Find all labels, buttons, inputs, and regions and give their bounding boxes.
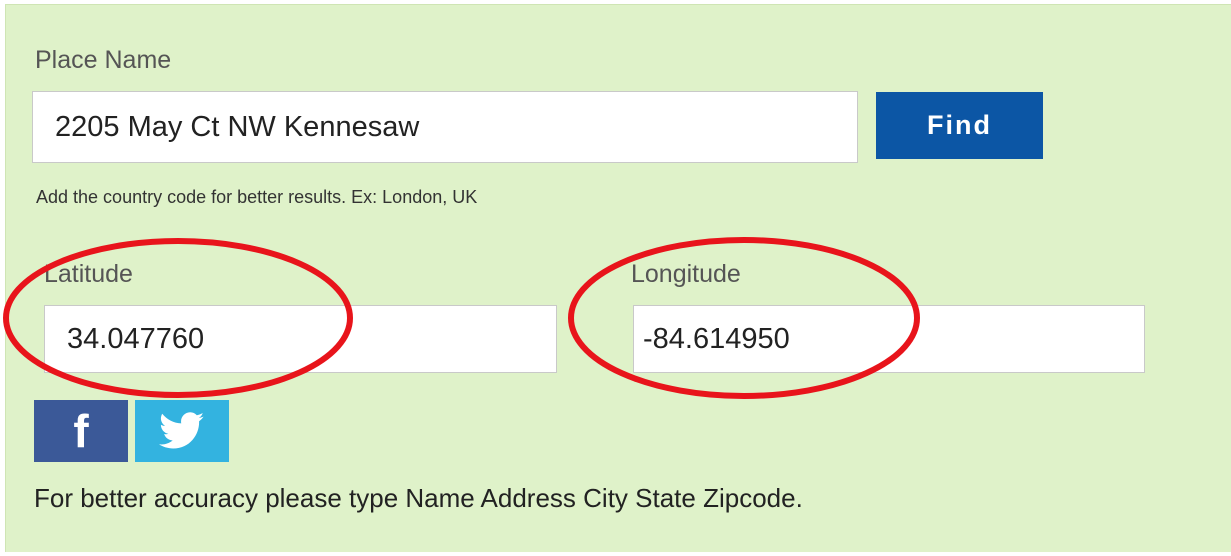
place-name-label: Place Name <box>35 46 172 74</box>
place-name-input[interactable] <box>32 91 858 163</box>
latitude-input[interactable] <box>44 305 557 373</box>
accuracy-note: For better accuracy please type Name Add… <box>34 483 803 513</box>
latitude-label: Latitude <box>44 260 133 288</box>
longitude-label: Longitude <box>631 260 741 288</box>
longitude-input[interactable] <box>633 305 1145 373</box>
location-form-panel: Place Name Find Add the country code for… <box>5 4 1231 552</box>
find-button[interactable]: Find <box>876 92 1043 159</box>
country-code-hint: Add the country code for better results.… <box>36 187 478 207</box>
twitter-icon <box>159 412 205 449</box>
facebook-share-button[interactable]: f <box>34 400 128 462</box>
twitter-share-button[interactable] <box>135 400 229 462</box>
facebook-icon: f <box>73 405 89 457</box>
